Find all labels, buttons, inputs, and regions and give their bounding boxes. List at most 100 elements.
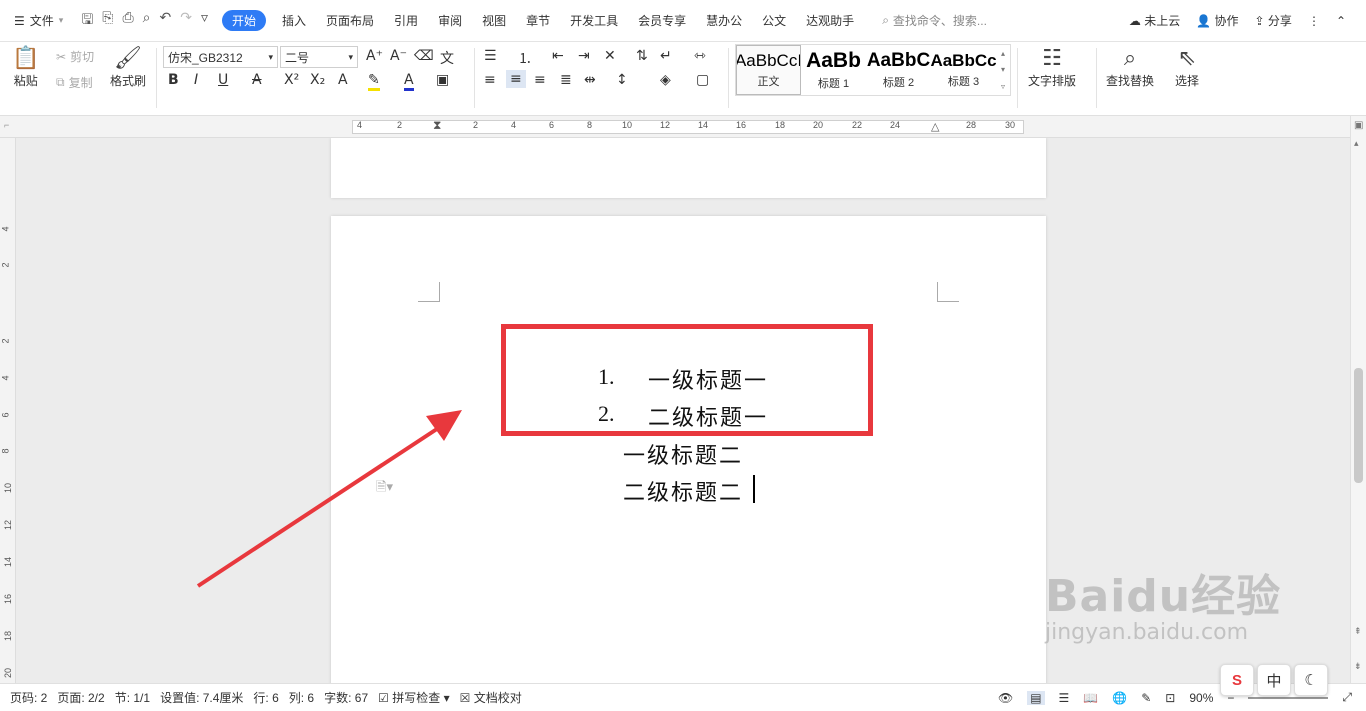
fullscreen-icon[interactable]: ⤢ [1342, 690, 1352, 705]
format-painter-button[interactable]: 🖌 格式刷 [110, 46, 146, 89]
reading-view-icon[interactable]: 📖 [1083, 691, 1098, 705]
status-setting[interactable]: 设置值: 7.4厘米 [150, 689, 243, 706]
save-icon[interactable]: 🖫 [81, 9, 93, 33]
chevron-down-icon[interactable]: ▾ [1001, 65, 1005, 74]
tab-references[interactable]: 引用 [384, 12, 428, 29]
horizontal-ruler[interactable]: ⌐ 4 2 ⧗ 2 4 6 8 10 12 14 16 18 20 22 24 … [0, 116, 1366, 138]
shading-icon[interactable]: ◈ [660, 72, 671, 88]
sort-icon[interactable]: ⇅ [636, 48, 648, 64]
style-heading-2[interactable]: AaBbC 标题 2 [866, 45, 931, 95]
vertical-scrollbar[interactable]: ▣ ▴ ⇞ ⇟ [1350, 116, 1366, 683]
numbered-list-icon[interactable]: ⒈ [518, 48, 532, 68]
clear-format-icon[interactable]: ⌫ [414, 48, 434, 64]
status-page-code[interactable]: 页码: 2 [0, 689, 47, 706]
align-right-icon[interactable]: ≡ [534, 72, 546, 88]
print-icon[interactable]: ⎙ [122, 9, 133, 33]
file-menu[interactable]: ☰ 文件 ▾ [0, 12, 73, 29]
find-replace-button[interactable]: ⌕ 查找替换 [1106, 46, 1154, 89]
font-size-select[interactable]: 二号 ▾ [280, 46, 358, 68]
align-left-icon[interactable]: ≡ [484, 72, 496, 88]
grow-font-icon[interactable]: A⁺ [366, 48, 383, 64]
increase-indent-icon[interactable]: ⇥ [578, 48, 590, 64]
char-border-icon[interactable]: ▣ [436, 72, 449, 88]
tab-view[interactable]: 视图 [472, 12, 516, 29]
select-button[interactable]: ⇖ 选择 [1175, 46, 1199, 89]
decrease-indent-icon[interactable]: ⇤ [552, 48, 564, 64]
subscript-icon[interactable]: X₂ [310, 72, 325, 88]
tab-page-layout[interactable]: 页面布局 [316, 12, 384, 29]
status-row[interactable]: 行: 6 [243, 689, 278, 706]
style-normal[interactable]: AaBbCcI 正文 [736, 45, 801, 95]
tab-leader-icon[interactable]: ⇿ [694, 48, 706, 64]
collapse-ribbon-icon[interactable]: ⌃ [1336, 14, 1346, 28]
more-options-icon[interactable]: ⋮ [1308, 14, 1320, 28]
chevron-up-icon[interactable]: ▴ [1001, 49, 1005, 58]
line-spacing-icon[interactable]: ↕ [616, 72, 628, 88]
prev-page-icon[interactable]: ⇞ [1354, 626, 1362, 637]
phonetic-icon[interactable]: 文 [440, 48, 454, 68]
print-preview-icon[interactable]: ⌕ [143, 9, 151, 33]
distribute-icon[interactable]: ⇹ [584, 72, 596, 88]
vertical-ruler[interactable]: 4 2 2 4 6 8 10 12 14 16 18 20 [0, 138, 16, 683]
tab-chapter[interactable]: 章节 [516, 12, 560, 29]
shrink-font-icon[interactable]: A⁻ [390, 48, 407, 64]
more-icon[interactable]: ▿ [201, 9, 208, 33]
ruler-toggle-icon[interactable]: ▣ [1354, 120, 1363, 131]
highlight-icon[interactable]: ✎ [368, 72, 380, 91]
sogou-ime-logo[interactable]: S [1220, 664, 1254, 696]
collab-button[interactable]: 👤 协作 [1196, 12, 1238, 29]
superscript-icon[interactable]: X² [284, 72, 299, 88]
doc-proof-button[interactable]: ☒ 文档校对 [450, 689, 522, 706]
tab-developer[interactable]: 开发工具 [560, 12, 628, 29]
indent-marker-icon[interactable]: ⧗ [433, 118, 441, 133]
zoom-level[interactable]: 90% [1189, 691, 1213, 705]
status-col[interactable]: 列: 6 [279, 689, 314, 706]
undo-icon[interactable]: ↶ [160, 9, 172, 33]
ime-language-toggle[interactable]: 中 [1257, 664, 1291, 696]
command-search[interactable]: ⌕ 查找命令、搜索... [872, 12, 997, 29]
next-page-icon[interactable]: ⇟ [1354, 661, 1362, 672]
tab-smart-office[interactable]: 慧办公 [696, 12, 752, 29]
export-pdf-icon[interactable]: ⎘ [102, 9, 113, 33]
page-view-icon[interactable]: ▤ [1027, 690, 1045, 705]
outline-view-icon[interactable]: ☰ [1059, 691, 1070, 705]
text-effect-icon[interactable]: A [338, 72, 348, 88]
tab-home[interactable]: 开始 [222, 10, 267, 31]
eye-protection-icon[interactable]: 👁 [998, 691, 1013, 705]
font-name-select[interactable]: 仿宋_GB2312 ▾ [163, 46, 278, 68]
status-words[interactable]: 字数: 67 [314, 689, 368, 706]
italic-icon[interactable]: I [194, 72, 198, 88]
bold-icon[interactable]: B [168, 72, 179, 88]
paste-button[interactable]: 📋 粘贴 [12, 46, 39, 89]
justify-icon[interactable]: ≣ [560, 72, 572, 88]
share-button[interactable]: ⇪ 分享 [1255, 12, 1292, 29]
ime-night-mode-icon[interactable]: ☾ [1294, 664, 1328, 696]
tab-daguan-assistant[interactable]: 达观助手 [796, 12, 864, 29]
show-marks-icon[interactable]: ↵ [660, 48, 672, 64]
borders-icon[interactable]: ▢ [696, 72, 709, 88]
fit-page-icon[interactable]: ⊡ [1165, 691, 1175, 705]
redo-icon[interactable]: ↷ [180, 9, 192, 33]
bullet-list-icon[interactable]: ☰ [484, 48, 497, 64]
cut-button[interactable]: ✂ 剪切 [56, 48, 94, 65]
scroll-up-icon[interactable]: ▴ [1354, 138, 1359, 149]
status-pages[interactable]: 页面: 2/2 [47, 689, 104, 706]
status-section[interactable]: 节: 1/1 [105, 689, 150, 706]
align-center-icon[interactable]: ≡ [506, 70, 526, 88]
web-view-icon[interactable]: 🌐 [1112, 691, 1127, 705]
text-layout-button[interactable]: ☷ 文字排版 [1028, 46, 1076, 89]
font-color-icon[interactable]: A [404, 72, 414, 91]
spell-check-button[interactable]: ☑ 拼写检查 ▾ [368, 689, 449, 706]
tab-official-doc[interactable]: 公文 [752, 12, 796, 29]
style-heading-3[interactable]: AaBbCc 标题 3 [931, 45, 996, 95]
copy-button[interactable]: ⧉ 复制 [56, 74, 93, 91]
underline-icon[interactable]: U [218, 72, 228, 88]
style-scroll[interactable]: ▴ ▾ ▿ [996, 45, 1010, 95]
tab-review[interactable]: 审阅 [428, 12, 472, 29]
tab-member[interactable]: 会员专享 [628, 12, 696, 29]
chinese-layout-icon[interactable]: ✕ [604, 48, 616, 64]
pen-icon[interactable]: ✎ [1141, 691, 1151, 705]
tab-insert[interactable]: 插入 [272, 12, 316, 29]
right-indent-marker-icon[interactable]: △ [931, 120, 939, 133]
style-heading-1[interactable]: AaBb 标题 1 [801, 45, 866, 95]
